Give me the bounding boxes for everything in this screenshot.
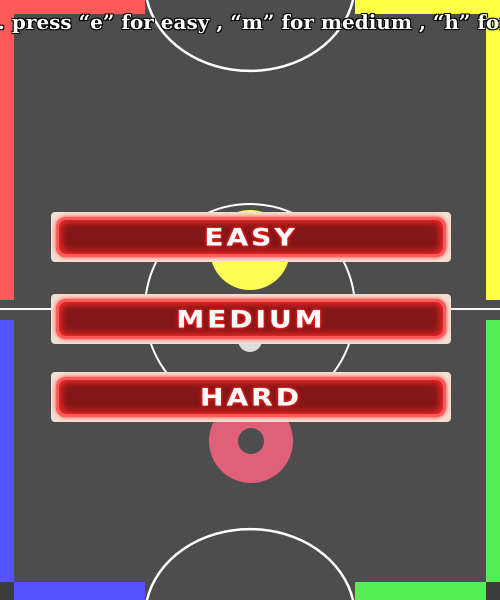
green-corner-vertical bbox=[486, 320, 500, 600]
easy-button[interactable]: EASY bbox=[51, 212, 451, 262]
hard-button-label: HARD bbox=[200, 382, 302, 412]
medium-button-face[interactable]: MEDIUM bbox=[56, 299, 446, 339]
blue-corner-vertical bbox=[0, 320, 14, 600]
instructions-text: . press “e” for easy , “m” for medium , … bbox=[0, 10, 500, 34]
yellow-corner-vertical bbox=[486, 0, 500, 300]
medium-button-label: MEDIUM bbox=[176, 304, 326, 334]
corner-square bbox=[0, 582, 14, 600]
hard-button-face[interactable]: HARD bbox=[56, 377, 446, 417]
hard-button[interactable]: HARD bbox=[51, 372, 451, 422]
easy-button-face[interactable]: EASY bbox=[56, 217, 446, 257]
blue-corner-horizontal bbox=[0, 582, 145, 600]
pink-paddle-center bbox=[238, 428, 264, 454]
green-corner-horizontal bbox=[355, 582, 500, 600]
medium-button[interactable]: MEDIUM bbox=[51, 294, 451, 344]
red-corner-vertical bbox=[0, 0, 14, 300]
corner-square bbox=[486, 582, 500, 600]
easy-button-label: EASY bbox=[204, 222, 298, 252]
